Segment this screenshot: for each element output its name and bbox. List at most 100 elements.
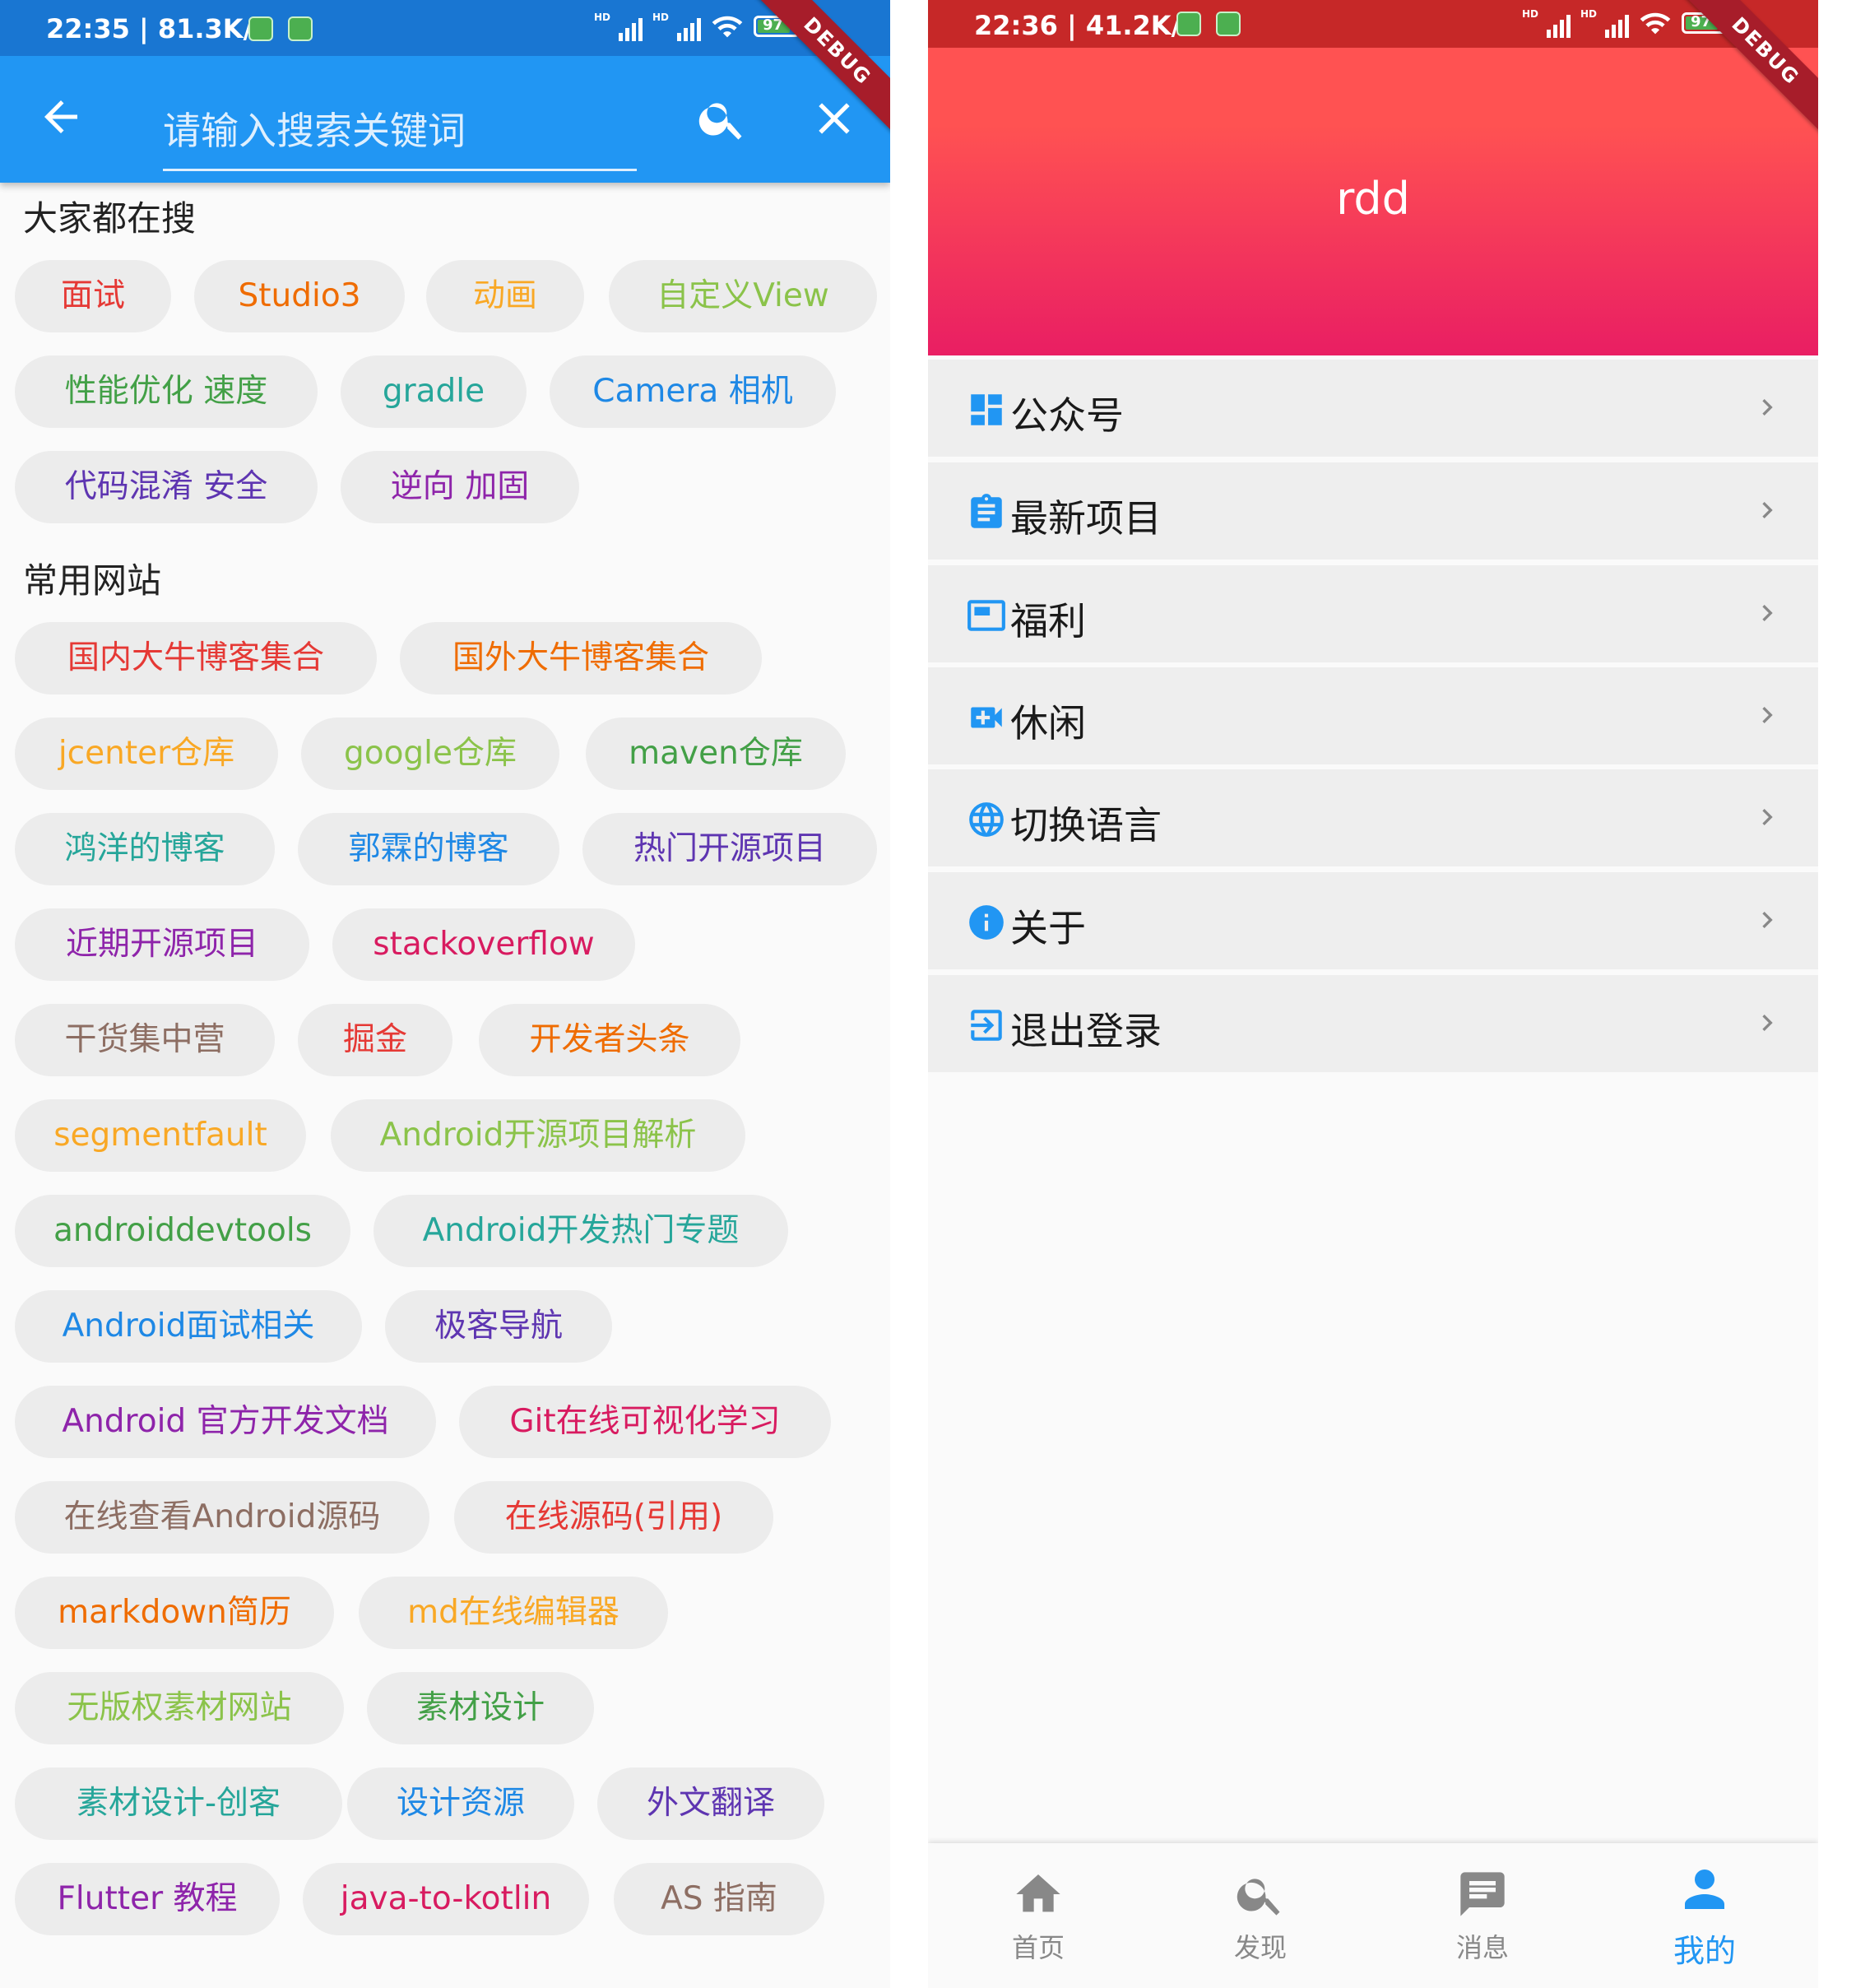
menu-item-official-accounts[interactable]: 公众号 — [928, 360, 1818, 457]
site-link-chip[interactable]: markdown简历 — [15, 1577, 334, 1649]
nav-tab-discover[interactable]: 发现 — [1178, 1868, 1343, 1983]
status-bar: 22:36 | 41.2K/s HD HD 97 — [928, 0, 1818, 48]
search-screen: 22:35 | 81.3K/s HD HD 97 DEBUG 大家都在搜 面试 S… — [0, 0, 890, 1988]
site-link-chip[interactable]: 极客导航 — [385, 1290, 612, 1363]
menu-item-label: 最新项目 — [1010, 496, 1162, 541]
search-input[interactable] — [163, 92, 637, 171]
menu-item-switch-language[interactable]: 切换语言 — [928, 769, 1818, 866]
hd-icon: HD — [593, 12, 610, 23]
site-link-chip[interactable]: java-to-kotlin — [303, 1863, 589, 1935]
signal-icon — [677, 12, 701, 41]
info-icon — [969, 905, 1004, 940]
site-link-chip[interactable]: 在线源码(引用) — [454, 1481, 773, 1554]
site-link-chip[interactable]: Flutter 教程 — [15, 1863, 280, 1935]
chevron-right-icon — [1762, 502, 1773, 518]
back-arrow-icon[interactable] — [36, 92, 86, 142]
hot-search-chip[interactable]: 性能优化 速度 — [15, 355, 318, 428]
status-time-speed: 22:36 | 41.2K/s — [974, 10, 1197, 41]
site-link-chip[interactable]: Android 官方开发文档 — [15, 1386, 436, 1458]
site-link-chip[interactable]: androiddevtools — [15, 1195, 350, 1267]
menu-item-label: 切换语言 — [1010, 803, 1162, 848]
site-link-chip[interactable]: 国内大牛博客集合 — [15, 622, 377, 694]
video-call-icon — [971, 707, 1002, 728]
featured-video-icon — [967, 600, 1005, 631]
nav-tab-label: 发现 — [1233, 1932, 1287, 1963]
nav-tab-home[interactable]: 首页 — [956, 1868, 1121, 1983]
site-link-chip[interactable]: 开发者头条 — [479, 1004, 740, 1076]
home-icon — [1016, 1874, 1060, 1912]
hot-search-chip[interactable]: 动画 — [426, 260, 584, 332]
signal-icon — [1605, 8, 1629, 38]
message-icon — [1460, 1872, 1505, 1916]
menu-item-welfare[interactable]: 福利 — [928, 565, 1818, 662]
notification-app-icon — [1176, 12, 1201, 36]
globe-icon — [969, 802, 1004, 837]
chevron-right-icon — [1762, 707, 1773, 723]
wifi-icon — [1640, 12, 1671, 35]
site-link-chip[interactable]: Android开发热门专题 — [374, 1195, 788, 1267]
site-link-chip[interactable]: stackoverflow — [332, 908, 635, 981]
hot-search-chip[interactable]: 代码混淆 安全 — [15, 451, 318, 523]
site-link-chip[interactable]: 国外大牛博客集合 — [400, 622, 762, 694]
wifi-icon — [712, 16, 743, 38]
site-link-chip[interactable]: 近期开源项目 — [15, 908, 309, 981]
signal-icon — [618, 12, 643, 41]
signal-icon — [1546, 8, 1571, 38]
menu-item-label: 福利 — [1010, 599, 1086, 643]
site-link-chip[interactable]: 设计资源 — [347, 1767, 574, 1840]
site-link-chip[interactable]: segmentfault — [15, 1099, 306, 1172]
site-link-chip[interactable]: Android面试相关 — [15, 1290, 362, 1363]
site-link-chip[interactable]: maven仓库 — [586, 718, 846, 790]
profile-username: rdd — [1336, 173, 1410, 225]
site-link-chip[interactable]: 热门开源项目 — [582, 813, 877, 885]
site-link-chip[interactable]: Git在线可视化学习 — [459, 1386, 831, 1458]
bottom-navigation: 首页 发现 消息 我的 — [928, 1843, 1818, 1988]
menu-item-latest-projects[interactable]: 最新项目 — [928, 462, 1818, 560]
hot-search-chip[interactable]: 自定义View — [609, 260, 877, 332]
nav-tab-mine[interactable]: 我的 — [1622, 1860, 1787, 1975]
hd-icon: HD — [652, 12, 669, 23]
site-link-chip[interactable]: 外文翻译 — [597, 1767, 824, 1840]
site-link-chip[interactable]: 掘金 — [298, 1004, 452, 1076]
person-icon — [1685, 1870, 1724, 1909]
menu-item-about[interactable]: 关于 — [928, 872, 1818, 969]
close-icon[interactable] — [808, 92, 861, 145]
site-link-chip[interactable]: 无版权素材网站 — [15, 1672, 344, 1744]
chevron-right-icon — [1762, 399, 1773, 416]
profile-screen: 22:36 | 41.2K/s HD HD 97 rdd DEBUG 公众号 最… — [928, 0, 1818, 1988]
search-app-bar: 22:35 | 81.3K/s HD HD 97 DEBUG — [0, 0, 890, 183]
site-link-chip[interactable]: google仓库 — [301, 718, 559, 790]
hot-search-chip[interactable]: Studio3 — [194, 260, 405, 332]
site-link-chip[interactable]: md在线编辑器 — [359, 1577, 668, 1649]
search-icon — [1237, 1879, 1280, 1916]
site-link-chip[interactable]: AS 指南 — [614, 1863, 824, 1935]
chevron-right-icon — [1762, 1015, 1773, 1031]
search-icon[interactable] — [696, 92, 749, 145]
hot-search-chip[interactable]: Camera 相机 — [550, 355, 836, 428]
notification-app-icon — [248, 16, 273, 41]
menu-item-label: 关于 — [1010, 906, 1086, 950]
nav-tab-label: 消息 — [1455, 1932, 1509, 1963]
clipboard-icon — [971, 494, 1002, 528]
menu-item-label: 休闲 — [1010, 701, 1086, 746]
menu-item-logout[interactable]: 退出登录 — [928, 975, 1818, 1072]
nav-tab-messages[interactable]: 消息 — [1400, 1868, 1565, 1983]
menu-item-label: 公众号 — [1010, 393, 1124, 438]
site-link-chip[interactable]: 素材设计 — [367, 1672, 594, 1744]
menu-item-leisure[interactable]: 休闲 — [928, 667, 1818, 764]
site-link-chip[interactable]: jcenter仓库 — [15, 718, 278, 790]
nav-tab-label: 我的 — [1673, 1933, 1736, 1969]
site-link-chip[interactable]: 在线查看Android源码 — [15, 1481, 429, 1554]
site-link-chip[interactable]: 鸿洋的博客 — [15, 813, 275, 885]
hot-search-chip[interactable]: gradle — [341, 355, 527, 428]
hot-search-chip[interactable]: 面试 — [15, 260, 171, 332]
hot-searches-title: 大家都在搜 — [23, 198, 197, 239]
site-link-chip[interactable]: 郭霖的博客 — [298, 813, 559, 885]
site-link-chip[interactable]: 素材设计-创客 — [15, 1767, 342, 1840]
chevron-right-icon — [1762, 912, 1773, 928]
chevron-right-icon — [1762, 809, 1773, 825]
hd-icon: HD — [1580, 8, 1597, 20]
site-link-chip[interactable]: Android开源项目解析 — [331, 1099, 745, 1172]
site-link-chip[interactable]: 干货集中营 — [15, 1004, 275, 1076]
hot-search-chip[interactable]: 逆向 加固 — [341, 451, 579, 523]
